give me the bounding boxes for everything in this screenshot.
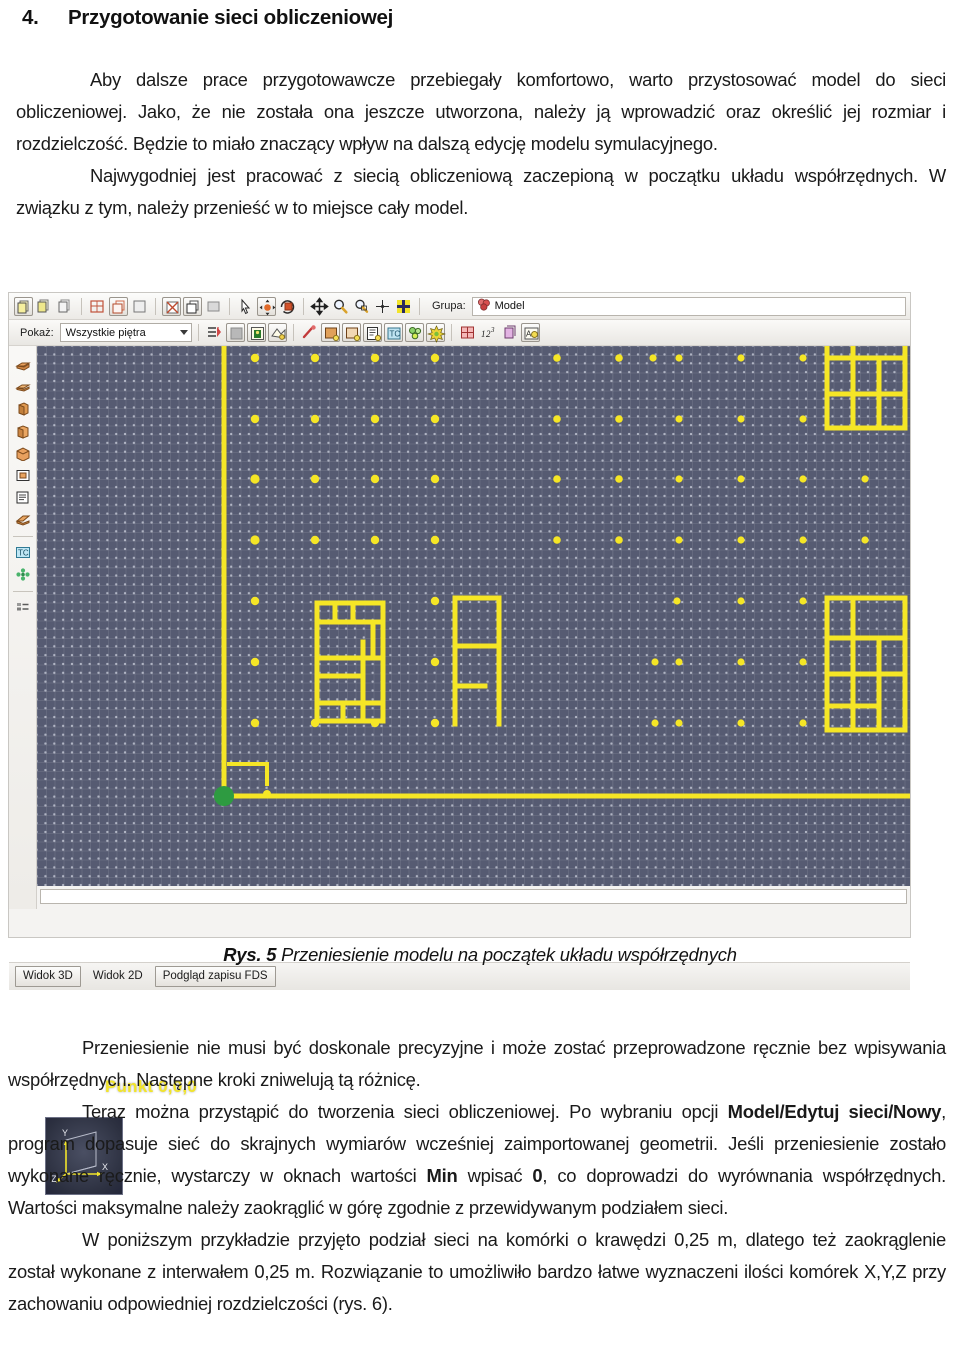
left-toolbar: TC xyxy=(9,346,37,909)
floor-filter-combobox[interactable]: Wszystkie piętra xyxy=(59,323,192,342)
solid-view-icon[interactable] xyxy=(183,296,202,316)
toolbar-separator xyxy=(419,297,420,315)
document-page: 4. Przygotowanie sieci obliczeniowej Aby… xyxy=(0,0,960,1371)
mesh-node-icon[interactable] xyxy=(14,567,32,583)
copy-group-icon[interactable] xyxy=(500,323,519,342)
rotate-object-icon[interactable] xyxy=(278,297,297,316)
new-box-icon[interactable] xyxy=(14,446,32,462)
group-field[interactable]: Model xyxy=(471,296,906,316)
toolbar-row-2: Pokaż: Wszystkie piętra 1 TC 1 2 3 A xyxy=(9,320,910,346)
figure-caption: Rys. 5 Przeniesienie modelu na początek … xyxy=(0,944,960,966)
svg-text:TC: TC xyxy=(389,330,400,339)
group-icon xyxy=(477,298,491,314)
toolbar-divider xyxy=(12,536,33,537)
new-ramp-icon[interactable] xyxy=(14,512,32,528)
zoom-icon[interactable] xyxy=(331,297,350,316)
new-frame-icon[interactable] xyxy=(14,468,32,484)
new-slab-icon[interactable] xyxy=(14,358,32,374)
properties-icon[interactable] xyxy=(14,490,32,506)
paragraph-4: Teraz można przystąpić do tworzenia siec… xyxy=(8,1101,946,1218)
toolbar-separator xyxy=(197,324,199,341)
toolbar-row-1: Grupa: Model xyxy=(9,293,910,320)
new-surface-icon[interactable] xyxy=(362,323,382,342)
status-bar xyxy=(37,886,910,909)
svg-text:1: 1 xyxy=(481,329,486,339)
paragraph-3: Przeniesienie nie musi być doskonale pre… xyxy=(8,1037,946,1090)
flat-view-icon[interactable] xyxy=(204,297,223,316)
new-thin-slab-icon[interactable] xyxy=(14,380,32,396)
text-label-icon[interactable]: TC xyxy=(383,323,403,342)
group-value: Model xyxy=(494,300,525,312)
select-arrow-icon[interactable] xyxy=(236,297,255,316)
figure-application-screenshot: Grupa: Model Pokaż: Wszystkie piętra 1 T… xyxy=(8,292,911,1195)
group-label: Grupa: xyxy=(432,300,466,312)
svg-text:TC: TC xyxy=(18,549,29,558)
new-block-icon[interactable] xyxy=(14,424,32,440)
image-overlay-icon[interactable] xyxy=(246,323,266,342)
dxf-import-icon[interactable] xyxy=(267,323,287,342)
floor-list-icon[interactable]: 1 xyxy=(205,323,224,342)
svg-text:1: 1 xyxy=(217,327,220,333)
pan-icon[interactable] xyxy=(310,296,329,316)
tab-podglad-zapisu-fds[interactable]: Podgląd zapisu FDS xyxy=(154,966,276,987)
heading-text: Przygotowanie sieci obliczeniowej xyxy=(68,6,394,29)
zoom-window-icon[interactable] xyxy=(352,297,371,316)
view-tabs: Widok 3D Widok 2D Podgląd zapisu FDS xyxy=(9,962,910,990)
burner-icon[interactable] xyxy=(425,323,446,343)
figure-caption-text: Przeniesienie modelu na początek układu … xyxy=(281,944,737,965)
zoom-extents-icon[interactable] xyxy=(373,297,392,316)
new-obstruction-icon[interactable] xyxy=(320,323,340,342)
new-wall-icon[interactable] xyxy=(14,402,32,418)
render-preview-icon[interactable] xyxy=(225,323,245,342)
paragraph-5: W poniższym przykładzie przyjęto podział… xyxy=(8,1229,946,1314)
page-heading: 4. Przygotowanie sieci obliczeniowej xyxy=(22,6,952,36)
paragraph-2: Najwygodniej jest pracować z siecią obli… xyxy=(16,165,946,218)
toolbar-divider xyxy=(12,591,33,592)
hidden-line-view-icon[interactable] xyxy=(109,296,128,316)
heading-number: 4. xyxy=(22,6,39,29)
model-viewport[interactable] xyxy=(37,346,910,886)
transparent-view-icon[interactable] xyxy=(162,296,181,316)
copy-object-icon[interactable] xyxy=(35,297,54,316)
toolbar-separator xyxy=(450,324,452,341)
toolbar-separator xyxy=(81,297,82,315)
copy-faces-icon[interactable] xyxy=(14,296,33,316)
figure-caption-label: Rys. 5 xyxy=(223,944,277,965)
paragraph-1: Aby dalsze prace przygotowawcze przebieg… xyxy=(16,69,946,154)
temperature-device-icon[interactable]: TC xyxy=(14,545,32,561)
intro-text-block: Aby dalsze prace przygotowawcze przebieg… xyxy=(8,64,952,224)
new-hole-icon[interactable] xyxy=(341,323,361,342)
paste-object-icon[interactable] xyxy=(56,297,75,316)
shaded-textured-view-icon[interactable] xyxy=(130,297,149,316)
annotate-icon[interactable]: A xyxy=(520,323,540,342)
svg-text:3: 3 xyxy=(490,326,495,334)
layer-list-icon[interactable] xyxy=(14,600,32,616)
tab-widok-2d[interactable]: Widok 2D xyxy=(86,967,150,986)
lower-text-block: Przeniesienie nie musi być doskonale pre… xyxy=(8,1032,952,1320)
measure-tool-icon[interactable] xyxy=(300,323,319,342)
toolbar-separator xyxy=(229,297,230,315)
floor-filter-value: Wszystkie piętra xyxy=(65,326,146,339)
move-object-icon[interactable] xyxy=(257,296,276,316)
fit-selection-icon[interactable] xyxy=(394,297,413,316)
tab-widok-3d[interactable]: Widok 3D xyxy=(15,966,81,987)
toolbar-separator xyxy=(155,297,156,315)
status-text-field xyxy=(40,889,907,904)
toolbar-separator xyxy=(292,324,294,341)
mesh-edit-icon[interactable] xyxy=(458,323,477,342)
wireframe-view-icon[interactable] xyxy=(88,297,107,316)
canvas-area: TC Widok 3D Widok 2D Podgląd zapisu FDS xyxy=(9,346,910,990)
particles-icon[interactable] xyxy=(404,323,424,342)
chevron-down-icon xyxy=(179,330,188,335)
dimension-icon[interactable]: 123 xyxy=(479,323,498,342)
toolbar-separator xyxy=(303,297,304,315)
show-label: Pokaż: xyxy=(20,326,54,339)
origin-marker xyxy=(214,786,234,806)
